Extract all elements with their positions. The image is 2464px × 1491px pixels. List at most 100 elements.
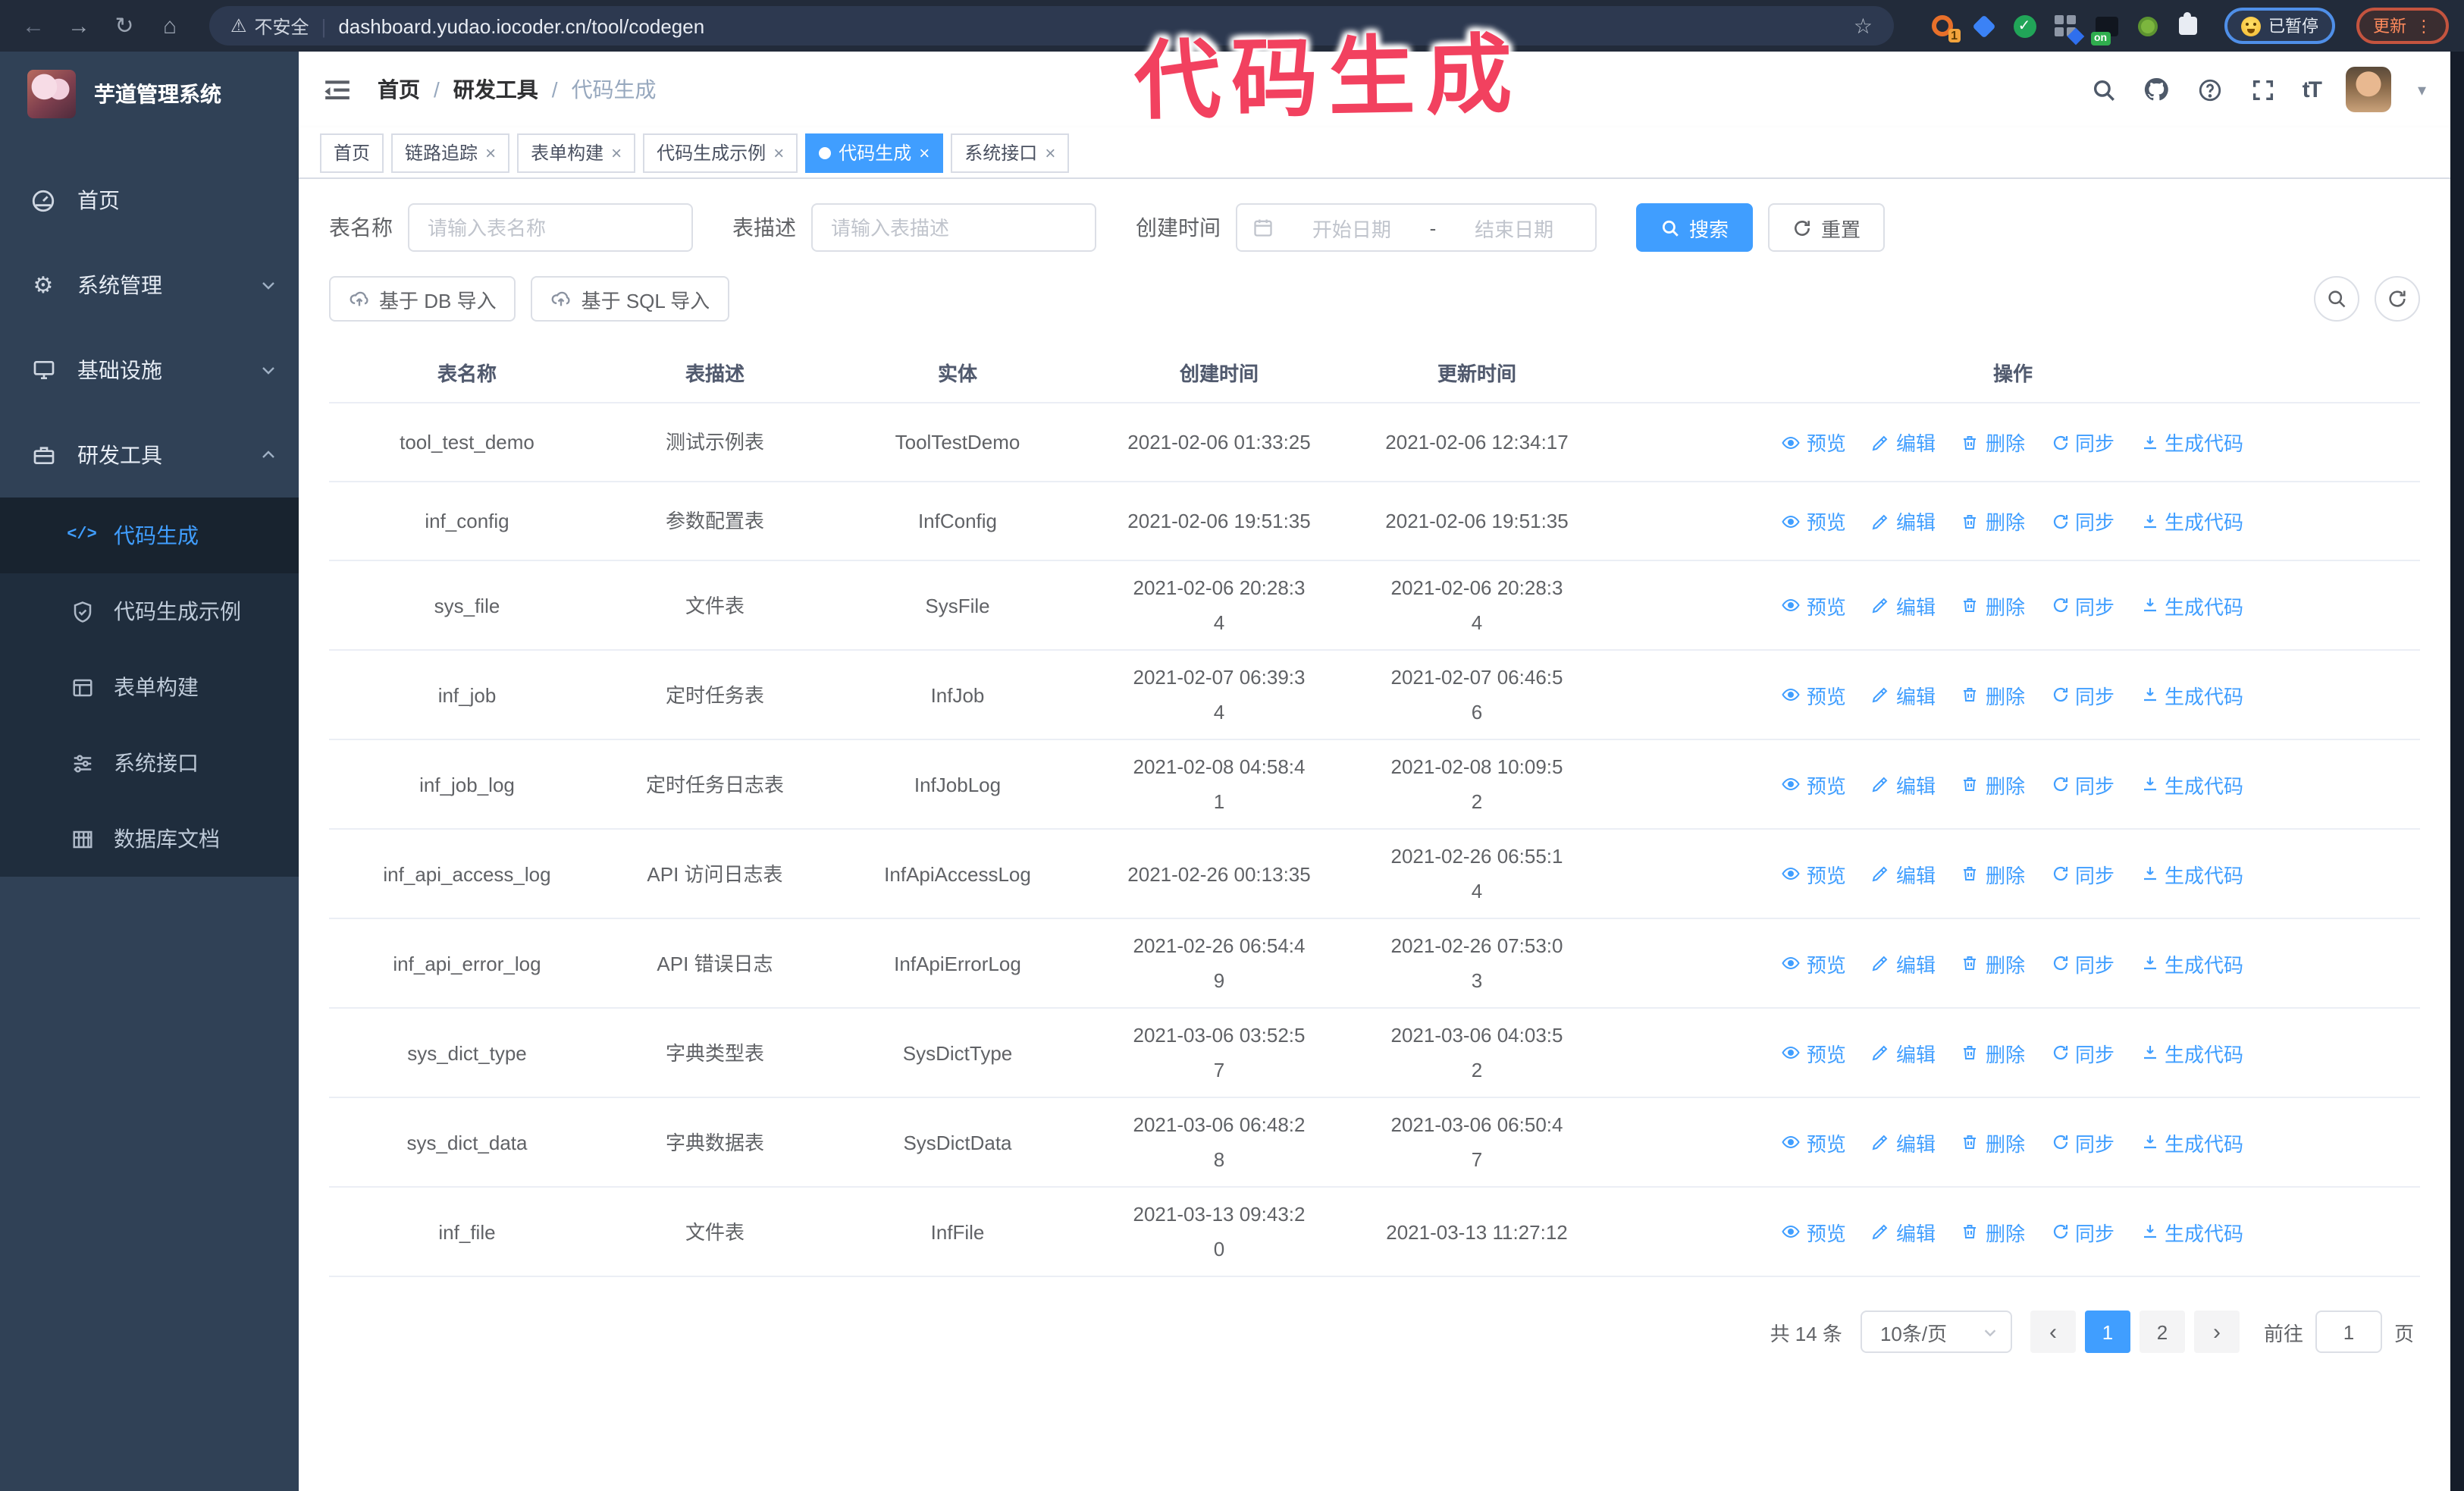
sidebar-item-infra[interactable]: 基础设施 — [0, 328, 299, 413]
scrollbar-track[interactable] — [2450, 52, 2464, 1491]
browser-home-icon[interactable]: ⌂ — [152, 8, 188, 44]
op-edit-link[interactable]: 编辑 — [1872, 507, 1936, 535]
page-size-select[interactable]: 10条/页 — [1860, 1311, 2012, 1353]
op-sync-link[interactable]: 同步 — [2051, 770, 2114, 799]
op-sync-link[interactable]: 同步 — [2051, 1128, 2114, 1157]
op-edit-link[interactable]: 编辑 — [1872, 428, 1936, 457]
sidebar-item-db-doc[interactable]: 数据库文档 — [0, 801, 299, 877]
tab-system-api[interactable]: 系统接口 × — [951, 133, 1070, 172]
table-desc-input[interactable] — [811, 203, 1096, 252]
reset-button[interactable]: 重置 — [1768, 203, 1886, 252]
op-preview-link[interactable]: 预览 — [1782, 1217, 1846, 1246]
sidebar-item-codegen-example[interactable]: 代码生成示例 — [0, 573, 299, 649]
extension-dark-icon[interactable]: on — [2091, 14, 2118, 46]
page-button-2[interactable]: 2 — [2139, 1311, 2185, 1353]
close-icon[interactable]: × — [611, 142, 622, 163]
op-generate-code-link[interactable]: 生成代码 — [2140, 949, 2243, 978]
sidebar-item-form-builder[interactable]: 表单构建 — [0, 649, 299, 725]
browser-menu-dots-icon[interactable]: ⋮ — [2415, 16, 2432, 36]
op-preview-link[interactable]: 预览 — [1782, 680, 1846, 709]
op-edit-link[interactable]: 编辑 — [1872, 680, 1936, 709]
github-icon[interactable] — [2143, 76, 2171, 103]
op-delete-link[interactable]: 删除 — [1961, 770, 2025, 799]
op-delete-link[interactable]: 删除 — [1961, 1128, 2025, 1157]
op-sync-link[interactable]: 同步 — [2051, 859, 2114, 888]
profile-paused-pill[interactable]: 已暂停 — [2224, 8, 2335, 44]
op-edit-link[interactable]: 编辑 — [1872, 859, 1936, 888]
search-icon[interactable] — [2090, 76, 2118, 103]
op-delete-link[interactable]: 删除 — [1961, 428, 2025, 457]
sidebar-item-system-api[interactable]: 系统接口 — [0, 725, 299, 801]
op-generate-code-link[interactable]: 生成代码 — [2140, 591, 2243, 620]
op-preview-link[interactable]: 预览 — [1782, 1128, 1846, 1157]
op-generate-code-link[interactable]: 生成代码 — [2140, 770, 2243, 799]
refresh-table-button[interactable] — [2375, 276, 2420, 322]
browser-forward-icon[interactable]: → — [61, 8, 97, 44]
import-sql-button[interactable]: 基于 SQL 导入 — [531, 276, 730, 322]
address-bar[interactable]: ⚠ 不安全 | dashboard.yudao.iocoder.cn/tool/c… — [209, 6, 1894, 46]
tab-codegen[interactable]: 代码生成 × — [805, 133, 944, 172]
op-preview-link[interactable]: 预览 — [1782, 949, 1846, 978]
op-preview-link[interactable]: 预览 — [1782, 859, 1846, 888]
avatar[interactable] — [2346, 67, 2392, 112]
tab-trace[interactable]: 链路追踪 × — [391, 133, 510, 172]
op-edit-link[interactable]: 编辑 — [1872, 591, 1936, 620]
op-sync-link[interactable]: 同步 — [2051, 428, 2114, 457]
avatar-caret-icon[interactable]: ▾ — [2418, 80, 2426, 99]
extension-green-icon[interactable] — [2135, 14, 2159, 38]
close-icon[interactable]: × — [919, 142, 929, 163]
op-sync-link[interactable]: 同步 — [2051, 1217, 2114, 1246]
search-button[interactable]: 搜索 — [1636, 203, 1754, 252]
prev-page-button[interactable]: ‹ — [2030, 1311, 2076, 1353]
security-warning[interactable]: ⚠ 不安全 — [230, 13, 309, 39]
date-range-picker[interactable]: 开始日期 - 结束日期 — [1236, 203, 1597, 252]
op-delete-link[interactable]: 删除 — [1961, 680, 2025, 709]
op-preview-link[interactable]: 预览 — [1782, 591, 1846, 620]
breadcrumb-devtools[interactable]: 研发工具 — [453, 74, 538, 105]
extension-orange-icon[interactable]: 1 — [1930, 14, 1961, 42]
op-sync-link[interactable]: 同步 — [2051, 680, 2114, 709]
op-generate-code-link[interactable]: 生成代码 — [2140, 859, 2243, 888]
op-generate-code-link[interactable]: 生成代码 — [2140, 1038, 2243, 1067]
toggle-search-button[interactable] — [2314, 276, 2359, 322]
op-generate-code-link[interactable]: 生成代码 — [2140, 680, 2243, 709]
op-generate-code-link[interactable]: 生成代码 — [2140, 428, 2243, 457]
op-sync-link[interactable]: 同步 — [2051, 591, 2114, 620]
op-edit-link[interactable]: 编辑 — [1872, 770, 1936, 799]
op-preview-link[interactable]: 预览 — [1782, 1038, 1846, 1067]
sidebar-item-home[interactable]: 首页 — [0, 158, 299, 243]
fullscreen-icon[interactable] — [2249, 76, 2277, 103]
op-sync-link[interactable]: 同步 — [2051, 949, 2114, 978]
op-edit-link[interactable]: 编辑 — [1872, 1038, 1936, 1067]
op-delete-link[interactable]: 删除 — [1961, 591, 2025, 620]
browser-update-button[interactable]: 更新 ⋮ — [2356, 8, 2449, 44]
extensions-puzzle-icon[interactable] — [2176, 12, 2200, 38]
bookmark-star-icon[interactable]: ☆ — [1854, 13, 1873, 39]
op-delete-link[interactable]: 删除 — [1961, 1038, 2025, 1067]
help-icon[interactable] — [2196, 76, 2224, 103]
op-edit-link[interactable]: 编辑 — [1872, 1217, 1936, 1246]
op-generate-code-link[interactable]: 生成代码 — [2140, 507, 2243, 535]
op-sync-link[interactable]: 同步 — [2051, 507, 2114, 535]
op-generate-code-link[interactable]: 生成代码 — [2140, 1217, 2243, 1246]
op-delete-link[interactable]: 删除 — [1961, 949, 2025, 978]
tab-home[interactable]: 首页 — [320, 133, 384, 172]
op-sync-link[interactable]: 同步 — [2051, 1038, 2114, 1067]
table-name-input[interactable] — [408, 203, 693, 252]
op-edit-link[interactable]: 编辑 — [1872, 949, 1936, 978]
extension-check-icon[interactable]: ✓ — [2012, 14, 2036, 38]
goto-page-input[interactable] — [2315, 1311, 2382, 1353]
extension-grid-icon[interactable] — [2053, 14, 2085, 46]
extension-gem-icon[interactable] — [1971, 14, 1995, 38]
breadcrumb-home[interactable]: 首页 — [378, 74, 420, 105]
close-icon[interactable]: × — [485, 142, 496, 163]
import-db-button[interactable]: 基于 DB 导入 — [329, 276, 516, 322]
page-button-1[interactable]: 1 — [2084, 1311, 2130, 1353]
sidebar-item-devtools[interactable]: 研发工具 — [0, 413, 299, 498]
sidebar-item-codegen[interactable]: </> 代码生成 — [0, 498, 299, 573]
op-preview-link[interactable]: 预览 — [1782, 507, 1846, 535]
op-generate-code-link[interactable]: 生成代码 — [2140, 1128, 2243, 1157]
op-edit-link[interactable]: 编辑 — [1872, 1128, 1936, 1157]
close-icon[interactable]: × — [773, 142, 784, 163]
browser-reload-icon[interactable]: ↻ — [106, 8, 143, 44]
